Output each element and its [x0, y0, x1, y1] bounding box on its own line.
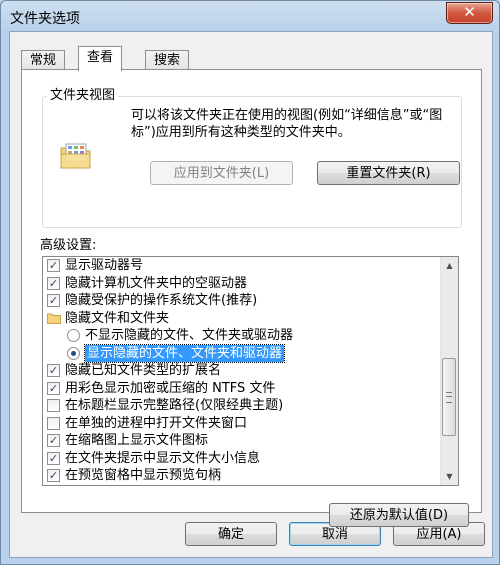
- list-item[interactable]: ✓ 在缩略图上显示文件图标: [43, 432, 439, 450]
- list-item-label: 在标题栏显示完整路径(仅限经典主题): [65, 398, 284, 413]
- checkbox[interactable]: ✓: [47, 276, 60, 290]
- list-item[interactable]: 隐藏文件和文件夹: [43, 310, 439, 328]
- list-item-label: 显示隐藏的文件、文件夹和驱动器: [83, 343, 286, 363]
- checkbox[interactable]: ✓: [47, 469, 60, 482]
- list-item-label: 不显示隐藏的文件、文件夹或驱动器: [85, 328, 294, 343]
- list-item-label: 在预览窗格中显示预览句柄: [65, 468, 222, 483]
- close-button[interactable]: ✕: [446, 2, 493, 24]
- list-item[interactable]: ✓ 显示驱动器号: [43, 257, 439, 275]
- checkbox[interactable]: [47, 416, 60, 430]
- advanced-list-scrollbar[interactable]: ▲ ▼: [440, 257, 458, 485]
- list-item[interactable]: ✓ 隐藏计算机文件夹中的空驱动器: [43, 275, 439, 293]
- radio-button[interactable]: [67, 329, 80, 342]
- list-item-label: 在缩略图上显示文件图标: [65, 433, 209, 448]
- folder-options-window: 文件夹选项 ✕ 常规 查看 搜索 文件夹视图 可以将该文件夹正在使用的视图(例如…: [0, 0, 500, 565]
- list-item-label: 显示驱动器号: [65, 258, 144, 273]
- list-item-label: 隐藏计算机文件夹中的空驱动器: [65, 275, 248, 291]
- tab-view[interactable]: 查看: [78, 46, 123, 71]
- window-title: 文件夹选项: [10, 11, 80, 27]
- list-item[interactable]: ✓ 用彩色显示加密或压缩的 NTFS 文件: [43, 380, 439, 398]
- tab-general[interactable]: 常规: [21, 50, 66, 70]
- list-item[interactable]: 显示隐藏的文件、文件夹和驱动器: [43, 343, 439, 363]
- checkbox[interactable]: ✓: [47, 294, 60, 307]
- dialog-client: 常规 查看 搜索 文件夹视图 可以将该文件夹正在使用的视图(例如“详细信息”或“…: [9, 31, 493, 558]
- list-item[interactable]: 不显示隐藏的文件、文件夹或驱动器: [43, 327, 439, 345]
- list-item[interactable]: 在单独的进程中打开文件夹窗口: [43, 415, 439, 433]
- list-item-label: 在文件夹提示中显示文件大小信息: [65, 450, 261, 466]
- list-item[interactable]: ✓ 隐藏已知文件类型的扩展名: [43, 362, 439, 380]
- scrollbar-grip-icon: [446, 392, 452, 403]
- restore-defaults-button[interactable]: 还原为默认值(D): [329, 503, 469, 527]
- list-item[interactable]: ✓ 在文件夹提示中显示文件大小信息: [43, 450, 439, 468]
- list-item-label: 隐藏受保护的操作系统文件(推荐): [65, 293, 258, 308]
- list-item[interactable]: 在标题栏显示完整路径(仅限经典主题): [43, 397, 439, 415]
- advanced-settings-label: 高级设置:: [40, 238, 97, 253]
- list-item-label: 隐藏文件和文件夹: [65, 310, 170, 326]
- list-item[interactable]: ✓ 隐藏受保护的操作系统文件(推荐): [43, 292, 439, 310]
- advanced-settings-items: ✓ 显示驱动器号 ✓ 隐藏计算机文件夹中的空驱动器 ✓ 隐藏受保护的操作系统文件(推荐) 隐…: [43, 257, 439, 485]
- folder-view-icon: [60, 143, 91, 169]
- checkbox[interactable]: ✓: [47, 259, 60, 272]
- list-item[interactable]: ✓ 在预览窗格中显示预览句柄: [43, 467, 439, 485]
- tab-search[interactable]: 搜索: [145, 50, 190, 70]
- close-icon: ✕: [463, 3, 476, 21]
- view-tab-panel: 文件夹视图 可以将该文件夹正在使用的视图(例如“详细信息”或“图标”)应用到所有…: [21, 69, 482, 527]
- reset-folders-button[interactable]: 重置文件夹(R): [317, 161, 460, 185]
- list-item-label: 用彩色显示加密或压缩的 NTFS 文件: [65, 380, 276, 396]
- checkbox[interactable]: ✓: [47, 364, 60, 377]
- folder-views-legend: 文件夹视图: [47, 88, 119, 104]
- list-item-label: 在单独的进程中打开文件夹窗口: [65, 415, 248, 431]
- advanced-settings-list[interactable]: ✓ 显示驱动器号 ✓ 隐藏计算机文件夹中的空驱动器 ✓ 隐藏受保护的操作系统文件(推荐) 隐…: [42, 256, 459, 486]
- checkbox[interactable]: ✓: [47, 451, 60, 465]
- scrollbar-thumb[interactable]: [442, 358, 456, 436]
- checkbox[interactable]: ✓: [47, 434, 60, 447]
- ok-button[interactable]: 确定: [185, 522, 277, 546]
- title-bar[interactable]: 文件夹选项 ✕: [1, 1, 499, 33]
- folder-icon: [47, 313, 61, 324]
- folder-views-group: 文件夹视图 可以将该文件夹正在使用的视图(例如“详细信息”或“图标”)应用到所有…: [42, 88, 462, 228]
- scroll-up-arrow-icon[interactable]: ▲: [441, 257, 458, 274]
- list-item-label: 隐藏已知文件类型的扩展名: [65, 363, 222, 378]
- checkbox[interactable]: [47, 399, 60, 412]
- scroll-down-arrow-icon[interactable]: ▼: [441, 468, 458, 485]
- folder-views-description: 可以将该文件夹正在使用的视图(例如“详细信息”或“图标”)应用到所有这种类型的文…: [131, 108, 443, 140]
- checkbox[interactable]: ✓: [47, 381, 60, 395]
- radio-button[interactable]: [67, 346, 80, 360]
- apply-to-folders-button[interactable]: 应用到文件夹(L): [150, 161, 293, 185]
